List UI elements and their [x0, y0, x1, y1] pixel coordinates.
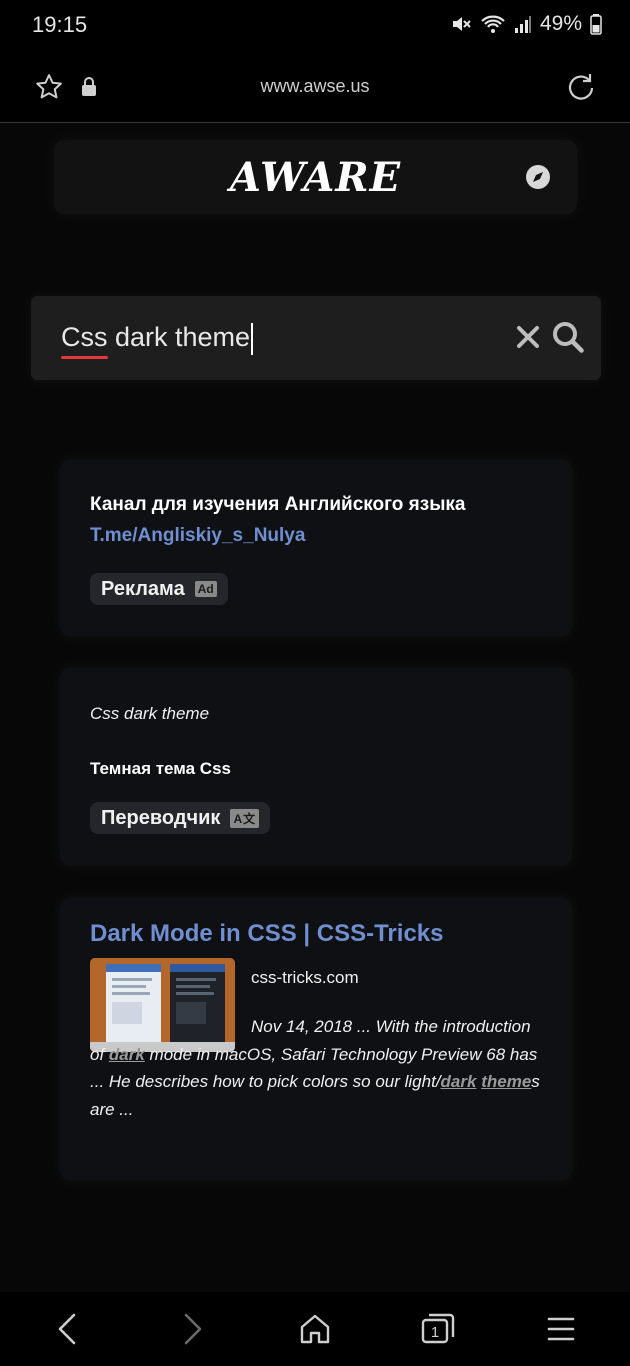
- translator-chip: Переводчик A文: [90, 802, 271, 834]
- ad-card: Канал для изучения Английского языка T.m…: [60, 460, 572, 636]
- signal-icon: [514, 14, 532, 34]
- tabs-icon[interactable]: 1: [420, 1312, 456, 1351]
- translation-source: Css dark theme: [90, 704, 210, 723]
- ad-chip-label: Реклама: [101, 577, 185, 600]
- search-query[interactable]: Css dark theme: [61, 322, 254, 355]
- battery-icon: [590, 13, 602, 35]
- status-bar: 19:15 49%: [0, 0, 630, 52]
- mute-icon: [450, 13, 472, 35]
- search-input[interactable]: Css dark theme: [31, 296, 601, 380]
- snippet-highlight: dark: [108, 1044, 145, 1064]
- result-domain: css-tricks.com: [251, 968, 359, 987]
- site-header: AWARE: [54, 140, 577, 214]
- bottom-nav: 1: [0, 1292, 630, 1366]
- home-icon[interactable]: [298, 1312, 332, 1351]
- snippet-highlight: dark: [440, 1072, 477, 1091]
- search-query-rest: dark theme: [107, 322, 251, 352]
- battery-percent: 49%: [539, 12, 582, 35]
- translator-chip-label: Переводчик: [101, 806, 221, 829]
- search-result-card: Dark Mode in CSS | CSS-Tricks css-tricks…: [60, 898, 572, 1180]
- text-cursor: [251, 322, 254, 355]
- spellcheck-underline: [61, 356, 108, 359]
- status-time: 19:15: [32, 12, 88, 37]
- clear-icon[interactable]: [515, 322, 541, 357]
- ad-chip: Реклама Ad: [90, 573, 228, 605]
- snippet-highlight: theme: [481, 1072, 532, 1091]
- reload-icon[interactable]: [565, 71, 597, 103]
- translator-card: Css dark theme Темная тема Css Переводчи…: [60, 668, 572, 865]
- result-snippet: Nov 14, 2018 ... With the introduction o…: [90, 1013, 540, 1123]
- url-bar: www.awse.us: [0, 52, 630, 123]
- menu-icon[interactable]: [547, 1312, 575, 1351]
- wifi-icon: [480, 13, 506, 35]
- search-icon[interactable]: [551, 320, 585, 359]
- tab-count: 1: [431, 1324, 439, 1341]
- ad-title: Канал для изучения Английского языка: [90, 494, 466, 515]
- forward-icon[interactable]: [178, 1312, 206, 1351]
- translate-icon: A文: [230, 808, 260, 828]
- url-address[interactable]: www.awse.us: [0, 76, 630, 97]
- ad-badge-icon: Ad: [194, 581, 217, 597]
- search-query-misspelled: Css: [61, 322, 108, 352]
- site-logo[interactable]: AWARE: [54, 154, 577, 201]
- status-icons: 49%: [450, 12, 602, 36]
- result-title-link[interactable]: Dark Mode in CSS | CSS-Tricks: [90, 920, 443, 948]
- compass-icon[interactable]: [525, 164, 551, 195]
- translation-result: Темная тема Css: [90, 759, 231, 778]
- ad-link[interactable]: T.me/Angliskiy_s_Nulya: [90, 525, 305, 547]
- back-icon[interactable]: [54, 1312, 82, 1351]
